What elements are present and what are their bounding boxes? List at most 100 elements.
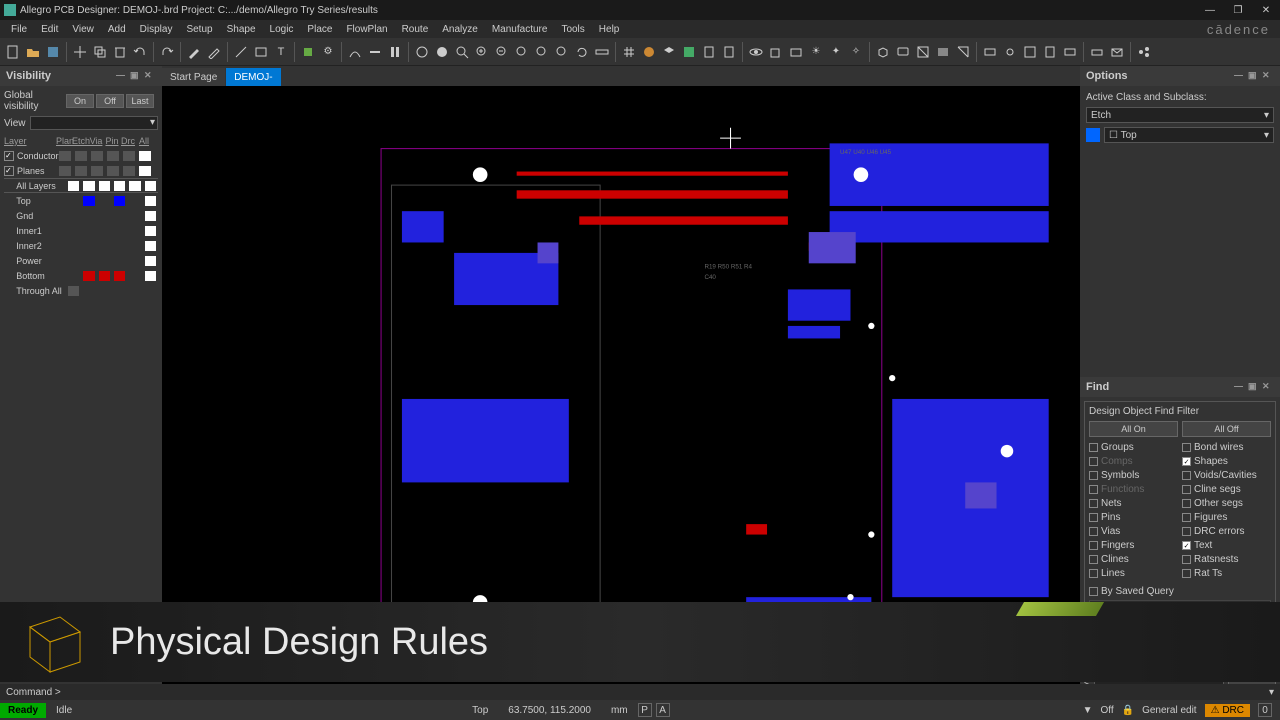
menu-flowplan[interactable]: FlowPlan: [339, 24, 394, 35]
layer-swatch[interactable]: [68, 181, 79, 191]
layer-swatch[interactable]: [139, 166, 151, 176]
layer-swatch[interactable]: [145, 226, 156, 236]
filter-checkbox[interactable]: [1089, 569, 1098, 578]
layer-swatch[interactable]: [114, 211, 125, 221]
subclass-color[interactable]: [1086, 128, 1100, 142]
filter-checkbox[interactable]: [1089, 513, 1098, 522]
lock-icon[interactable]: 🔒: [1122, 705, 1134, 716]
drc-badge[interactable]: ⚠ DRC: [1205, 704, 1250, 717]
cube-icon[interactable]: [874, 43, 892, 61]
layer-swatch[interactable]: [75, 166, 87, 176]
layer-swatch[interactable]: [99, 196, 110, 206]
subclass-select[interactable]: ☐ Top▾: [1104, 127, 1274, 143]
filter-checkbox[interactable]: [1182, 569, 1191, 578]
layer-swatch[interactable]: [99, 181, 110, 191]
route-icon[interactable]: [346, 43, 364, 61]
menu-manufacture[interactable]: Manufacture: [485, 24, 555, 35]
zoom-out-icon[interactable]: [493, 43, 511, 61]
layer-swatch[interactable]: [99, 286, 110, 296]
layer-swatch[interactable]: [129, 256, 140, 266]
filter-checkbox[interactable]: [1089, 499, 1098, 508]
find-close-icon[interactable]: ✕: [1262, 381, 1274, 393]
filter-checkbox[interactable]: [1182, 541, 1191, 550]
layer-swatch[interactable]: [114, 286, 125, 296]
layer-swatch[interactable]: [99, 256, 110, 266]
menu-file[interactable]: File: [4, 24, 34, 35]
refresh-icon[interactable]: [573, 43, 591, 61]
layer-swatch[interactable]: [129, 181, 140, 191]
layer-swatch[interactable]: [83, 256, 94, 266]
maximize-button[interactable]: ❐: [1228, 3, 1248, 17]
layer-swatch[interactable]: [145, 286, 156, 296]
opt-pop-icon[interactable]: ▣: [1248, 70, 1260, 82]
assign-icon[interactable]: [981, 43, 999, 61]
layer-swatch[interactable]: [114, 181, 125, 191]
tab-demo[interactable]: DEMOJ-: [226, 68, 280, 86]
layer-swatch[interactable]: [114, 196, 125, 206]
circle-icon[interactable]: [413, 43, 431, 61]
cm-icon[interactable]: [680, 43, 698, 61]
export-icon[interactable]: [720, 43, 738, 61]
layer-swatch[interactable]: [99, 211, 110, 221]
layer-cb[interactable]: [4, 151, 14, 161]
layer-swatch[interactable]: [139, 151, 151, 161]
undo-icon[interactable]: [131, 43, 149, 61]
all-off-button[interactable]: All Off: [1182, 421, 1271, 437]
text-icon[interactable]: T: [272, 43, 290, 61]
menu-place[interactable]: Place: [300, 24, 339, 35]
layer-swatch[interactable]: [59, 151, 71, 161]
layer-swatch[interactable]: [129, 211, 140, 221]
filter-icon[interactable]: ▼: [1083, 705, 1093, 716]
vis-off-button[interactable]: Off: [96, 94, 124, 108]
drill-icon[interactable]: [1001, 43, 1019, 61]
rect-icon[interactable]: [252, 43, 270, 61]
layer-swatch[interactable]: [145, 256, 156, 266]
layer-swatch[interactable]: [83, 226, 94, 236]
slide-icon[interactable]: [366, 43, 384, 61]
layer-swatch[interactable]: [68, 241, 79, 251]
layer-swatch[interactable]: [107, 151, 119, 161]
dehighlight-icon[interactable]: [205, 43, 223, 61]
highlight-icon[interactable]: [185, 43, 203, 61]
layer-swatch[interactable]: [114, 241, 125, 251]
move-icon[interactable]: [71, 43, 89, 61]
filter-checkbox[interactable]: [1182, 485, 1191, 494]
find-pop-icon[interactable]: ▣: [1248, 381, 1260, 393]
filter-checkbox[interactable]: [1182, 555, 1191, 564]
mail-icon[interactable]: [1108, 43, 1126, 61]
layer-swatch[interactable]: [129, 196, 140, 206]
menu-tools[interactable]: Tools: [554, 24, 591, 35]
saved-query-checkbox[interactable]: [1089, 587, 1098, 596]
layer-swatch[interactable]: [83, 286, 94, 296]
panel-min-icon[interactable]: —: [116, 70, 128, 82]
panel-pop-icon[interactable]: ▣: [130, 70, 142, 82]
layer-swatch[interactable]: [99, 241, 110, 251]
report-icon[interactable]: [700, 43, 718, 61]
layer-swatch[interactable]: [91, 166, 103, 176]
view-select[interactable]: ▾: [30, 116, 159, 130]
menu-setup[interactable]: Setup: [179, 24, 219, 35]
gear-icon[interactable]: ⚙: [319, 43, 337, 61]
delete-icon[interactable]: [111, 43, 129, 61]
show-icon[interactable]: [747, 43, 765, 61]
gerber-icon[interactable]: [1041, 43, 1059, 61]
class-select[interactable]: Etch▾: [1086, 107, 1274, 123]
menu-analyze[interactable]: Analyze: [435, 24, 485, 35]
layer-swatch[interactable]: [83, 271, 94, 281]
opt-min-icon[interactable]: —: [1234, 70, 1246, 82]
zoom-sel-icon[interactable]: [533, 43, 551, 61]
opt-close-icon[interactable]: ✕: [1262, 70, 1274, 82]
tab-start-page[interactable]: Start Page: [162, 68, 225, 86]
menu-help[interactable]: Help: [592, 24, 627, 35]
place-icon[interactable]: [299, 43, 317, 61]
print-icon[interactable]: [1088, 43, 1106, 61]
status-units[interactable]: mm: [601, 705, 638, 716]
output-icon[interactable]: [1061, 43, 1079, 61]
camera-icon[interactable]: [787, 43, 805, 61]
layer-swatch[interactable]: [114, 226, 125, 236]
layer-swatch[interactable]: [107, 166, 119, 176]
layer-swatch[interactable]: [145, 181, 156, 191]
layer-swatch[interactable]: [123, 151, 135, 161]
zoom-fit-icon[interactable]: [453, 43, 471, 61]
layer-swatch[interactable]: [68, 211, 79, 221]
